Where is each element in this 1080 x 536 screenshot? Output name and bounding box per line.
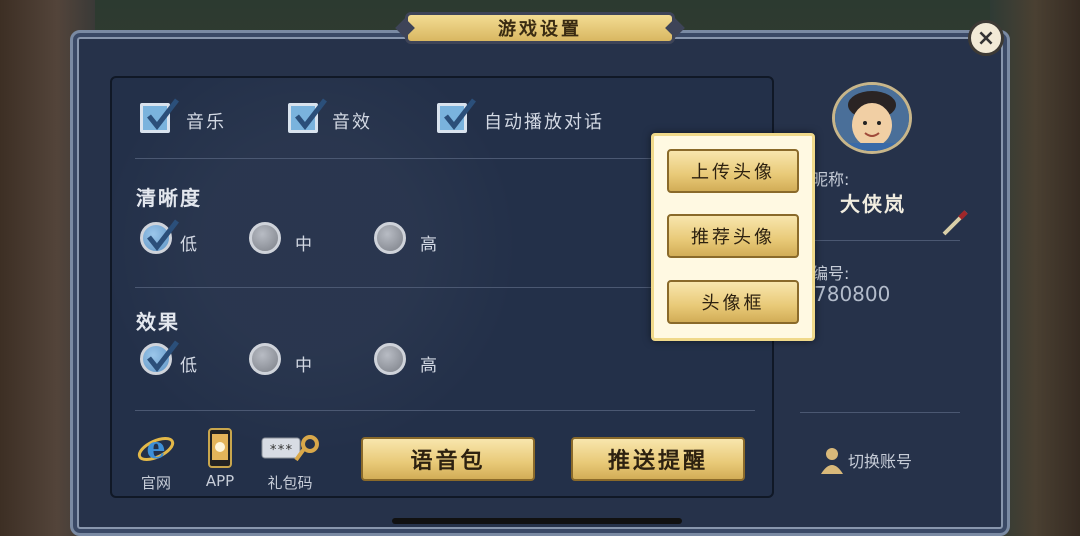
auto-dialogue-label: 自动播放对话	[484, 112, 604, 133]
clarity-high-label: 高	[420, 235, 437, 255]
app-link[interactable]: APP	[198, 428, 242, 490]
clarity-title: 清晰度	[136, 186, 202, 210]
phone-icon	[208, 428, 232, 468]
divider	[135, 410, 755, 411]
gift-code-label: 礼包码	[267, 474, 313, 492]
avatar-face-icon	[835, 85, 909, 151]
user-icon	[821, 448, 843, 474]
effects-title: 效果	[136, 310, 180, 334]
avatar[interactable]	[832, 82, 912, 154]
avatar-menu-popup: 上传头像 推荐头像 头像框	[651, 133, 815, 341]
ie-icon: e	[137, 431, 175, 466]
switch-account-button[interactable]: 切换账号	[820, 446, 912, 474]
effects-high-radio[interactable]	[374, 343, 406, 375]
sound-effects-label: 音效	[332, 112, 372, 133]
checkmark-icon	[295, 98, 327, 131]
clarity-mid-label: 中	[295, 235, 312, 255]
clarity-mid-radio[interactable]	[249, 222, 281, 254]
avatar-frame-button[interactable]: 头像框	[667, 280, 799, 324]
nickname-label: 昵称:	[812, 170, 850, 189]
clarity-high-radio[interactable]	[374, 222, 406, 254]
recommended-avatar-button[interactable]: 推荐头像	[667, 214, 799, 258]
window-title: 游戏设置	[405, 12, 675, 44]
checkmark-icon	[444, 98, 476, 131]
official-site-label: 官网	[140, 474, 171, 492]
svg-text:***: ***	[269, 443, 292, 458]
effects-high-label: 高	[420, 356, 437, 376]
clarity-low-label: 低	[180, 235, 197, 255]
edit-brush-icon[interactable]	[940, 208, 970, 238]
switch-account-label: 切换账号	[848, 452, 913, 471]
checkmark-icon	[147, 340, 179, 373]
app-label: APP	[205, 472, 235, 490]
key-icon: ***	[261, 435, 319, 462]
id-value: 780800	[814, 282, 891, 306]
effects-mid-radio[interactable]	[249, 343, 281, 375]
home-indicator	[392, 518, 682, 524]
close-icon: ×	[976, 25, 996, 51]
push-reminder-button[interactable]: 推送提醒	[571, 437, 745, 481]
divider	[800, 412, 960, 413]
nickname-value: 大侠岚	[840, 192, 906, 216]
voice-pack-button[interactable]: 语音包	[361, 437, 535, 481]
auto-dialogue-checkbox[interactable]	[437, 98, 476, 133]
svg-text:e: e	[146, 431, 165, 466]
effects-mid-label: 中	[295, 356, 312, 376]
clarity-low-radio[interactable]	[140, 219, 179, 254]
music-checkbox[interactable]	[140, 98, 179, 133]
official-site-link[interactable]: e 官网	[134, 430, 178, 493]
checkmark-icon	[147, 98, 179, 131]
id-label: 编号:	[812, 264, 850, 283]
effects-low-radio[interactable]	[140, 340, 179, 375]
upload-avatar-button[interactable]: 上传头像	[667, 149, 799, 193]
gift-code-link[interactable]: *** 礼包码	[258, 430, 322, 493]
effects-low-label: 低	[180, 356, 197, 376]
checkmark-icon	[147, 219, 179, 252]
sound-effects-checkbox[interactable]	[288, 98, 327, 133]
music-label: 音乐	[186, 112, 226, 133]
close-button[interactable]: ×	[968, 20, 1004, 56]
divider	[800, 240, 960, 241]
